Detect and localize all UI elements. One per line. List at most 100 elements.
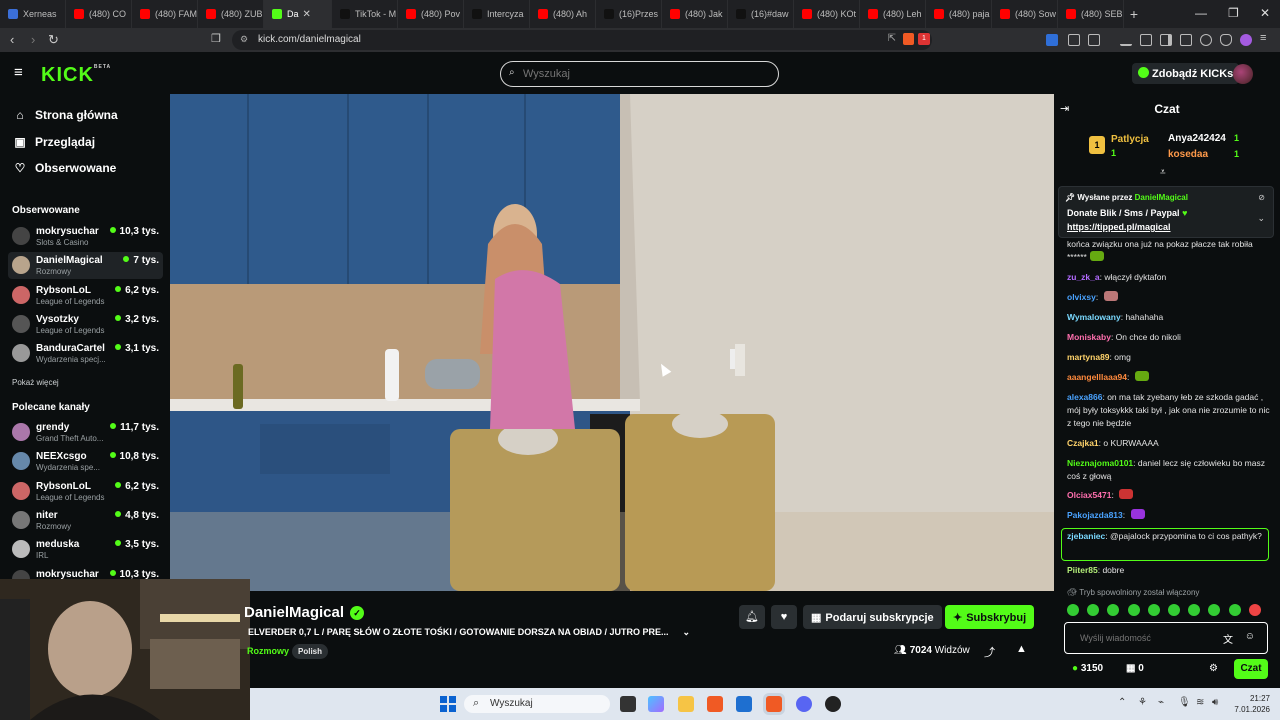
- new-tab-button[interactable]: +: [1124, 6, 1144, 22]
- chat-message[interactable]: Olciax5471:: [1067, 489, 1272, 502]
- chat-message[interactable]: końca związku ona już na pokaz płacze ta…: [1067, 238, 1272, 264]
- send-chat-button[interactable]: Czat: [1234, 659, 1268, 679]
- browser-tab[interactable]: (480) FAM: [132, 0, 198, 28]
- browser-tab[interactable]: Xerneas: [0, 0, 66, 28]
- channel-item[interactable]: RybsonLoL League of Legends 6,2 tys.: [8, 478, 163, 505]
- extension-icon[interactable]: [1046, 34, 1058, 46]
- quick-emote[interactable]: [1107, 604, 1120, 616]
- wallet-icon[interactable]: [1180, 34, 1192, 46]
- chat-settings-icon[interactable]: ⚙: [1209, 663, 1218, 674]
- copilot-icon[interactable]: [648, 696, 664, 712]
- hamburger-menu-icon[interactable]: ≡: [14, 64, 23, 81]
- chevron-down-icon[interactable]: ⌄: [683, 627, 691, 637]
- chat-message[interactable]: olvixsy:: [1067, 291, 1272, 304]
- chat-message[interactable]: Moniskaby: On chce do nikoli: [1067, 331, 1272, 344]
- show-more-link[interactable]: Pokaż więcej: [12, 378, 59, 387]
- chat-username[interactable]: zjebaniec: [1067, 531, 1105, 541]
- chat-message[interactable]: aaangelllaaa94:: [1067, 371, 1272, 384]
- browser-tab[interactable]: (480) Jak: [662, 0, 728, 28]
- chat-message[interactable]: martyna89: omg: [1067, 351, 1272, 364]
- minimize-button[interactable]: —: [1195, 6, 1207, 20]
- browser-tab[interactable]: (480) Pov: [398, 0, 464, 28]
- rewards-icon[interactable]: 1: [918, 33, 930, 45]
- chevron-down-icon[interactable]: ⌄: [1257, 213, 1265, 224]
- tray-chevron-up-icon[interactable]: ⌃: [1118, 697, 1126, 708]
- discord-icon[interactable]: [796, 696, 812, 712]
- wifi-icon[interactable]: ≋: [1196, 697, 1204, 708]
- channel-item[interactable]: mokrysuchar 10,3 tys.: [8, 566, 163, 579]
- channel-item[interactable]: grendy Grand Theft Auto... 11,7 tys.: [8, 419, 163, 446]
- chat-message[interactable]: Czajka1: o KURWAAAA: [1067, 437, 1272, 450]
- chat-username[interactable]: aaangelllaaa94: [1067, 372, 1127, 382]
- back-icon[interactable]: ‹: [10, 32, 14, 47]
- browser-tab[interactable]: (16)Przes: [596, 0, 662, 28]
- browser-tab[interactable]: (480) CO: [66, 0, 132, 28]
- channel-item[interactable]: Vysotzky League of Legends 3,2 tys.: [8, 311, 163, 338]
- chat-username[interactable]: Czajka1: [1067, 438, 1099, 448]
- browser-tab[interactable]: (480) paja: [926, 0, 992, 28]
- tray-app-icon[interactable]: ⚘: [1138, 697, 1147, 708]
- task-view-icon[interactable]: [620, 696, 636, 712]
- search-box[interactable]: ⌕: [500, 61, 779, 87]
- quick-emote[interactable]: [1248, 604, 1261, 616]
- screenshot-icon[interactable]: [1088, 34, 1100, 46]
- obs-icon[interactable]: [825, 696, 841, 712]
- user-avatar[interactable]: [1233, 64, 1253, 84]
- volume-icon[interactable]: 🔊︎: [1212, 697, 1218, 708]
- extensions-puzzle-icon[interactable]: [1068, 34, 1080, 46]
- chat-message[interactable]: Pakojazda813:: [1067, 509, 1272, 522]
- brave-active-icon[interactable]: [766, 696, 782, 712]
- translate-icon[interactable]: 文: [1223, 631, 1233, 646]
- leader-name[interactable]: Patlycja: [1111, 134, 1149, 145]
- browser-tab[interactable]: (480) Sow: [992, 0, 1058, 28]
- expand-leaderboard-icon[interactable]: ⩡: [1160, 167, 1166, 178]
- channel-item[interactable]: meduska IRL 3,5 tys.: [8, 536, 163, 563]
- language-tag[interactable]: Polish: [292, 644, 329, 659]
- download-icon[interactable]: [1120, 34, 1132, 46]
- chat-username[interactable]: Nieznajoma0101: [1067, 458, 1133, 468]
- reload-icon[interactable]: ↻: [48, 32, 59, 48]
- pinned-link[interactable]: https://tipped.pl/magical: [1067, 222, 1171, 232]
- tray-network-icon[interactable]: ⌁: [1158, 697, 1164, 708]
- chat-username[interactable]: Piiter85: [1067, 565, 1098, 575]
- system-clock[interactable]: 21:27 7.01.2026: [1234, 693, 1270, 715]
- browser-tab[interactable]: TikTok - M: [332, 0, 398, 28]
- quick-emote[interactable]: [1147, 604, 1160, 616]
- chat-username[interactable]: Olciax5471: [1067, 490, 1111, 500]
- chat-message[interactable]: Nieznajoma0101: daniel lecz się człowiek…: [1067, 457, 1272, 483]
- sidebar-nav-item[interactable]: ♡ Obserwowane: [12, 161, 117, 175]
- windows-start-icon[interactable]: [440, 696, 456, 712]
- share-stream-icon[interactable]: ⤴: [984, 644, 995, 660]
- chat-username[interactable]: alexa866: [1067, 392, 1102, 402]
- chat-username[interactable]: Wymalowany: [1067, 312, 1121, 322]
- chat-message[interactable]: alexa866: on ma tak zyebany łeb ze szkod…: [1067, 391, 1272, 430]
- close-tab-icon[interactable]: ✕: [303, 9, 311, 20]
- get-kicks-button[interactable]: Zdobądź KICKs: [1132, 63, 1240, 84]
- emoji-icon[interactable]: ☺: [1245, 631, 1255, 642]
- url-field[interactable]: ⚙ kick.com/danielmagical ⇱ 1: [232, 30, 932, 50]
- browser-tab[interactable]: (480) ZUB: [198, 0, 264, 28]
- video-player[interactable]: [170, 94, 1054, 591]
- sidebar-nav-item[interactable]: ▣ Przeglądaj: [12, 135, 95, 149]
- share-icon[interactable]: ⇱: [888, 33, 896, 44]
- brave-browser-icon[interactable]: [707, 696, 723, 712]
- quick-emote[interactable]: [1127, 604, 1140, 616]
- quick-emote[interactable]: [1067, 604, 1079, 616]
- channel-item[interactable]: RybsonLoL League of Legends 6,2 tys.: [8, 282, 163, 309]
- file-explorer-icon[interactable]: [678, 696, 694, 712]
- quick-emote[interactable]: [1208, 604, 1221, 616]
- taskbar-search[interactable]: ⌕ Wyszukaj: [464, 695, 610, 713]
- maximize-button[interactable]: ❐: [1228, 6, 1239, 20]
- gifts-counter[interactable]: ▦ 0: [1126, 663, 1144, 674]
- channel-item[interactable]: NEEXcsgo Wydarzenia spe... 10,8 tys.: [8, 448, 163, 475]
- sidebar-nav-item[interactable]: ⌂ Strona główna: [12, 108, 117, 122]
- chat-message[interactable]: zu_zk_a: włączył dyktafon: [1067, 271, 1272, 284]
- quick-emote[interactable]: [1228, 604, 1241, 616]
- brave-shield-icon[interactable]: [903, 33, 914, 45]
- quick-emote[interactable]: [1087, 604, 1100, 616]
- leo-icon[interactable]: [1200, 34, 1212, 46]
- site-info-icon[interactable]: ⚙: [240, 34, 248, 45]
- browser-tab[interactable]: (16)#daw: [728, 0, 794, 28]
- search-input[interactable]: [523, 68, 763, 80]
- browser-tab[interactable]: Intercyza: [464, 0, 530, 28]
